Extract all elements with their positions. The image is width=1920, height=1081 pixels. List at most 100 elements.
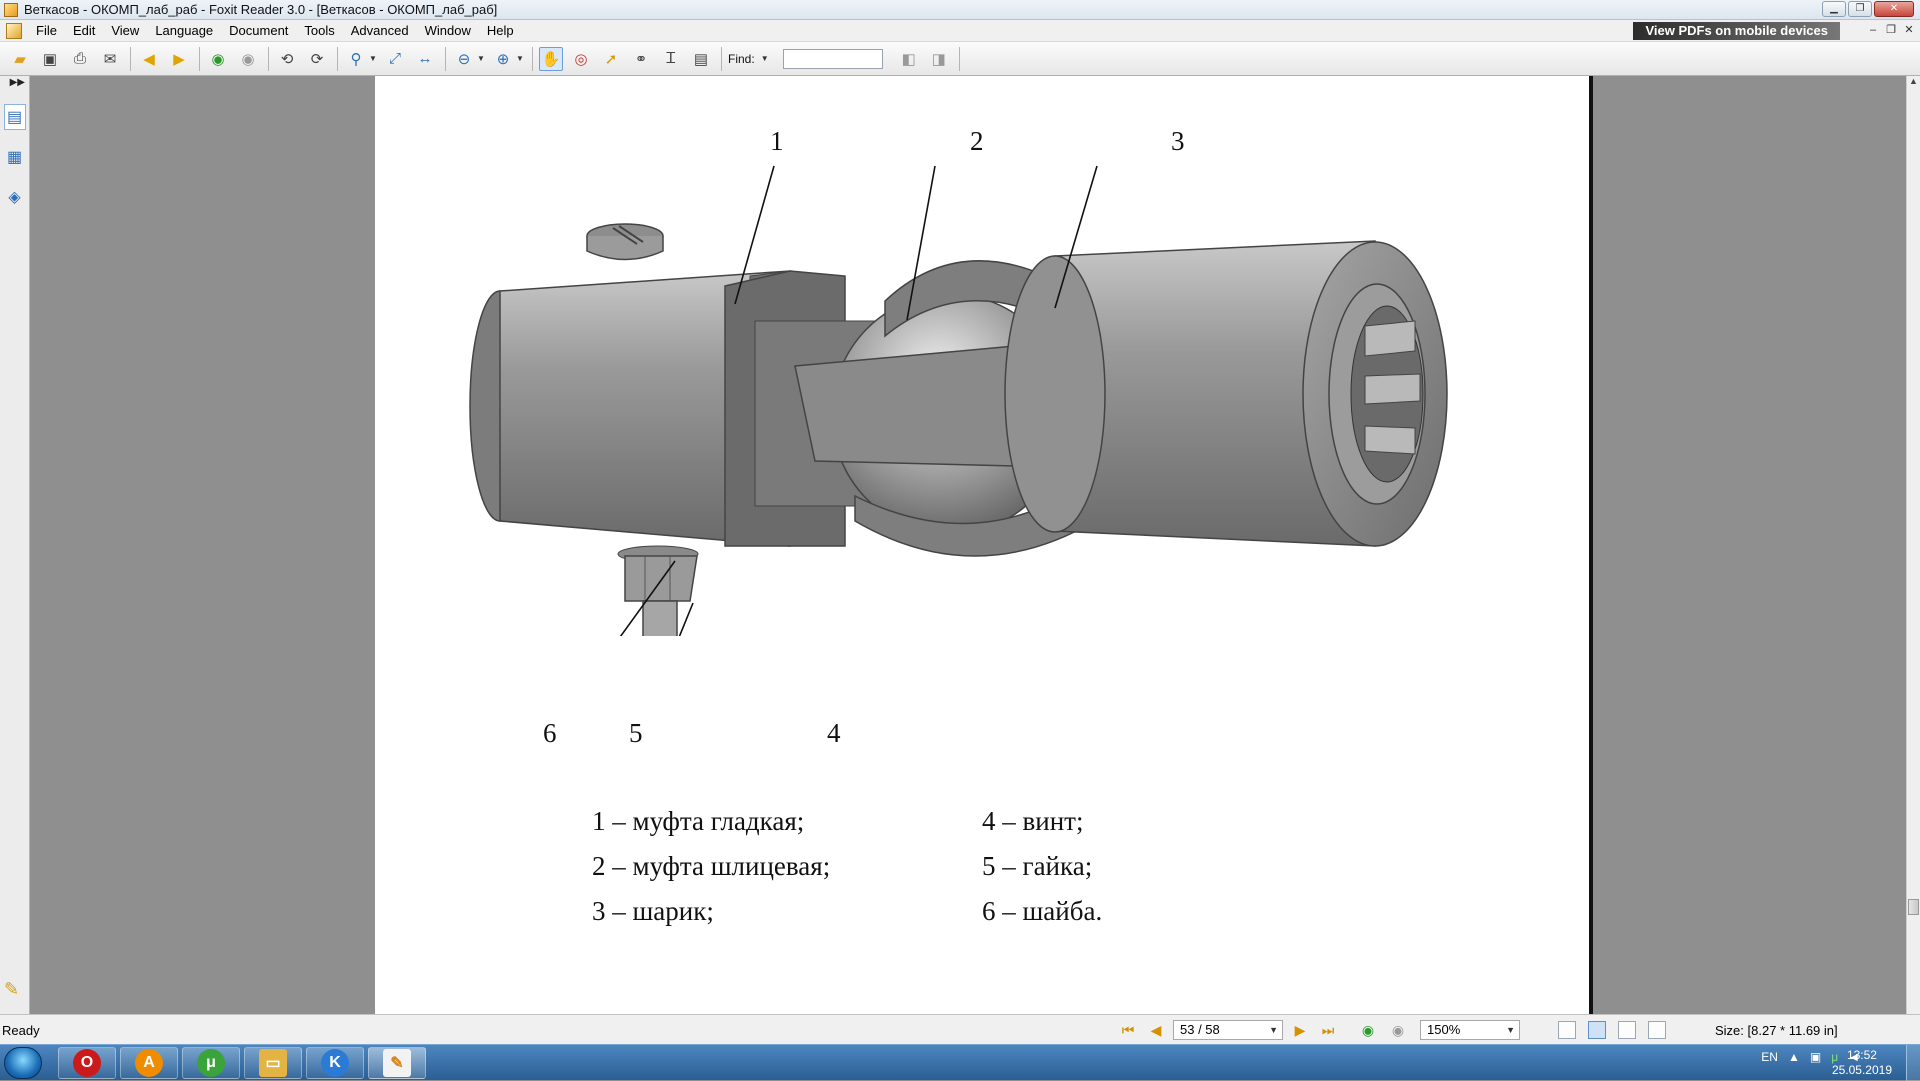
menu-view[interactable]: View [103, 23, 147, 38]
file-explorer-icon: ▭ [259, 1049, 287, 1077]
facing-view-icon[interactable] [1618, 1021, 1636, 1039]
language-indicator[interactable]: EN [1761, 1050, 1778, 1064]
menu-file[interactable]: File [28, 23, 65, 38]
zoom-dropdown-icon[interactable]: ▼ [369, 54, 377, 63]
save-icon[interactable]: ▣ [38, 47, 62, 71]
binoculars-icon[interactable]: ⚭ [629, 47, 653, 71]
menu-edit[interactable]: Edit [65, 23, 103, 38]
history-forward-icon[interactable]: ◉ [1390, 1022, 1406, 1038]
layers-panel-icon[interactable]: ◈ [4, 184, 26, 210]
zoom-level-field[interactable]: 150% ▼ [1420, 1020, 1520, 1040]
scroll-up-icon[interactable]: ▲ [1907, 76, 1920, 90]
legend-item-1: 1 – муфта гладкая; [592, 806, 805, 836]
minimize-button[interactable]: ▁ [1822, 1, 1846, 17]
utorrent-icon: μ [197, 1049, 225, 1077]
legend-item-6: 6 – шайба. [982, 896, 1103, 926]
attachments-icon[interactable]: ✎ [4, 979, 19, 1000]
tray-expand-icon[interactable]: ▲ [1788, 1050, 1800, 1064]
doc-restore-icon[interactable]: ❐ [1884, 23, 1898, 37]
title-bar: Веткасов - ОКОМП_лаб_раб - Foxit Reader … [0, 0, 1920, 20]
document-icon[interactable] [6, 22, 22, 39]
legend-item-4: 4 – винт; [982, 806, 1084, 836]
menu-language[interactable]: Language [147, 23, 221, 38]
hand-tool-icon[interactable]: ✋ [539, 46, 563, 71]
email-icon[interactable]: ✉ [98, 47, 122, 71]
next-page-status-icon[interactable]: ▶ [1292, 1022, 1308, 1038]
screw-head-part [586, 223, 664, 261]
single-page-view-icon[interactable] [1558, 1021, 1576, 1039]
callout-6: 6 [543, 718, 557, 748]
legend-item-5: 5 – гайка; [982, 851, 1093, 881]
zoom-in-icon[interactable]: ⊕ [491, 47, 515, 71]
figure-drawing [469, 165, 1448, 636]
text-select-icon[interactable]: Ꮖ [659, 47, 683, 71]
history-back-icon[interactable]: ◉ [1360, 1022, 1376, 1038]
zoom-icon[interactable]: ⚲ [344, 47, 368, 71]
next-page-icon[interactable]: ▶ [167, 47, 191, 71]
find-input[interactable] [782, 48, 883, 69]
taskbar-k-app[interactable]: K [306, 1047, 364, 1079]
open-folder-icon[interactable]: ▰ [8, 47, 32, 71]
toolbar-divider [532, 46, 533, 71]
close-button[interactable]: ✕ [1874, 1, 1914, 17]
print-icon[interactable]: ⎙ [68, 47, 92, 71]
find-next-icon[interactable]: ◨ [927, 47, 951, 71]
toolbar-divider [199, 46, 200, 71]
clock[interactable]: 13:52 25.05.2019 [1832, 1048, 1892, 1078]
document-viewport[interactable]: 1 2 3 6 5 4 1 – муфта гладкая; 2 – муфта… [30, 76, 1906, 1014]
toolbar-divider [337, 46, 338, 71]
taskbar-foxit[interactable]: ✎ [368, 1047, 426, 1079]
taskbar-avast[interactable]: A [120, 1047, 178, 1079]
callout-3: 3 [1171, 126, 1185, 156]
continuous-view-icon[interactable] [1588, 1021, 1606, 1039]
prev-page-status-icon[interactable]: ◀ [1148, 1022, 1164, 1038]
menu-tools[interactable]: Tools [296, 23, 342, 38]
network-icon[interactable]: ▣ [1810, 1050, 1821, 1064]
windows-taskbar: O A μ ▭ K ✎ EN ▲ ▣ μ ◄ 13:52 25.05.2019 [0, 1044, 1920, 1081]
taskbar-utorrent[interactable]: μ [182, 1047, 240, 1079]
thumbnails-panel-icon[interactable]: ▦ [4, 144, 26, 170]
last-page-icon[interactable]: ⏭ [1320, 1022, 1336, 1038]
zoom-in-dropdown-icon[interactable]: ▼ [516, 54, 524, 63]
rotate-left-icon[interactable]: ⟲ [275, 47, 299, 71]
expand-panel-icon[interactable]: ▶▶ [0, 76, 29, 90]
continuous-facing-view-icon[interactable] [1648, 1021, 1666, 1039]
snapshot-icon[interactable]: ▤ [689, 47, 713, 71]
fit-width-icon[interactable]: ↔ [413, 47, 437, 71]
page-number-field[interactable]: 53 / 58 ▼ [1173, 1020, 1283, 1040]
mobile-promo-banner[interactable]: View PDFs on mobile devices [1633, 22, 1840, 40]
go-forward-icon[interactable]: ◉ [236, 47, 260, 71]
loupe-icon[interactable]: ◎ [569, 47, 593, 71]
doc-minimize-icon[interactable]: – [1866, 23, 1880, 37]
go-back-icon[interactable]: ◉ [206, 47, 230, 71]
rotate-right-icon[interactable]: ⟳ [305, 47, 329, 71]
bookmarks-panel-icon[interactable]: ▤ [3, 104, 26, 130]
vertical-scrollbar[interactable]: ▲ [1906, 76, 1920, 1014]
scroll-thumb[interactable] [1908, 899, 1919, 915]
taskbar-explorer[interactable]: ▭ [244, 1047, 302, 1079]
select-arrow-icon[interactable]: ➚ [599, 47, 623, 71]
find-previous-icon[interactable]: ◧ [897, 47, 921, 71]
zoom-level-dropdown-icon[interactable]: ▼ [1506, 1021, 1515, 1039]
status-bar: Ready ⏮ ◀ 53 / 58 ▼ ▶ ⏭ ◉ ◉ 150% ▼ Size:… [0, 1014, 1920, 1044]
start-button[interactable] [4, 1047, 42, 1079]
show-desktop-button[interactable] [1906, 1045, 1920, 1081]
callout-4: 4 [827, 718, 841, 748]
menu-window[interactable]: Window [417, 23, 479, 38]
menu-advanced[interactable]: Advanced [343, 23, 417, 38]
page-dropdown-icon[interactable]: ▼ [1269, 1021, 1278, 1039]
toolbar-divider [958, 46, 960, 71]
doc-close-icon[interactable]: ✕ [1902, 23, 1916, 37]
fit-page-icon[interactable]: ⤢ [383, 47, 407, 71]
k-app-icon: K [321, 1049, 349, 1077]
zoom-out-icon[interactable]: ⊖ [452, 47, 476, 71]
taskbar-opera[interactable]: O [58, 1047, 116, 1079]
previous-page-icon[interactable]: ◀ [137, 47, 161, 71]
zoom-out-dropdown-icon[interactable]: ▼ [477, 54, 485, 63]
find-options-dropdown-icon[interactable]: ▼ [761, 54, 769, 63]
menu-document[interactable]: Document [221, 23, 296, 38]
maximize-button[interactable]: ❐ [1848, 1, 1872, 17]
avast-icon: A [135, 1049, 163, 1077]
first-page-icon[interactable]: ⏮ [1120, 1022, 1136, 1038]
menu-help[interactable]: Help [479, 23, 522, 38]
